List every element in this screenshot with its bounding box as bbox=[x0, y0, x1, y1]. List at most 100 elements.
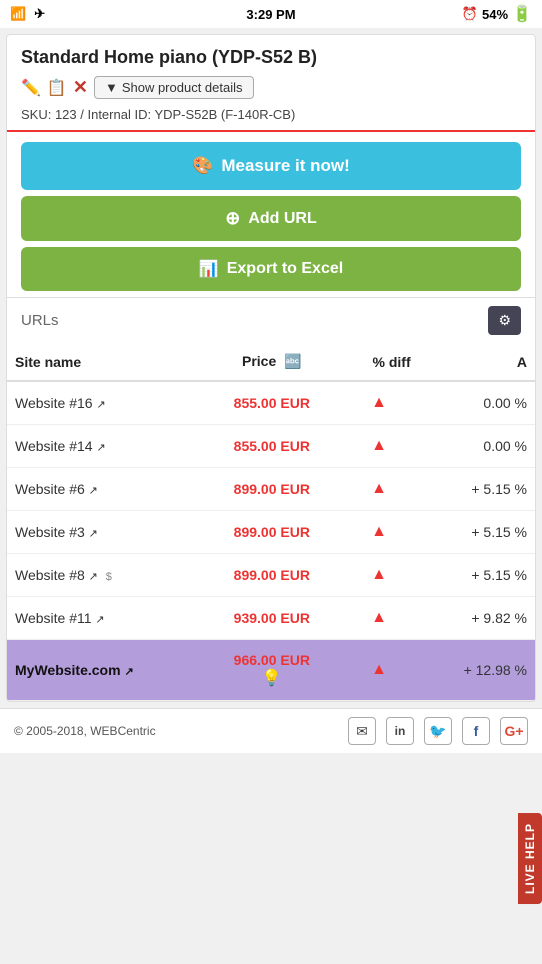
site-name-cell: Website #11 ↗ bbox=[7, 597, 204, 640]
site-name-cell: Website #16 ↗ bbox=[7, 381, 204, 425]
price-cell: 899.00 EUR bbox=[204, 468, 339, 511]
battery-text: 54% bbox=[482, 7, 508, 22]
urls-label: URLs bbox=[21, 312, 59, 329]
diff-cell: + 12.98 % bbox=[419, 640, 535, 701]
footer-icons: ✉ in 🐦 f G+ bbox=[348, 717, 528, 745]
measure-button[interactable]: 🎨 Measure it now! bbox=[21, 142, 521, 190]
product-actions: ✏️ 📋 ✕ ▼ Show product details bbox=[21, 76, 521, 99]
diff-cell: + 5.15 % bbox=[419, 468, 535, 511]
table-row: Website #16 ↗855.00 EUR▲0.00 % bbox=[7, 381, 535, 425]
arrow-up-icon: ▲ bbox=[371, 661, 387, 678]
show-details-button[interactable]: ▼ Show product details bbox=[94, 76, 254, 99]
add-icon: ⊕ bbox=[225, 208, 240, 229]
price-cell: 966.00 EUR💡 bbox=[204, 640, 339, 701]
live-help-button[interactable]: LIVE HELP bbox=[518, 813, 542, 904]
twitter-icon[interactable]: 🐦 bbox=[424, 717, 452, 745]
arrow-up-icon: ▲ bbox=[371, 566, 387, 583]
site-name-text: Website #8 bbox=[15, 567, 85, 583]
settings-button[interactable]: ⚙ bbox=[488, 306, 521, 335]
dollar-icon: $ bbox=[106, 571, 112, 583]
col-price: Price 🔤 bbox=[204, 343, 339, 381]
email-icon[interactable]: ✉ bbox=[348, 717, 376, 745]
arrow-cell: ▲ bbox=[339, 468, 418, 511]
light-icon: 💡 bbox=[212, 668, 331, 688]
status-right: ⏰ 54% 🔋 bbox=[462, 4, 532, 24]
price-value: 966.00 EUR bbox=[212, 652, 331, 668]
arrow-up-icon: ▲ bbox=[371, 437, 387, 454]
copyright: © 2005-2018, WEBCentric bbox=[14, 724, 156, 738]
external-link-icon[interactable]: ↗ bbox=[95, 614, 104, 626]
facebook-icon[interactable]: f bbox=[462, 717, 490, 745]
site-name-cell: Website #8 ↗ $ bbox=[7, 554, 204, 597]
footer: © 2005-2018, WEBCentric ✉ in 🐦 f G+ bbox=[0, 708, 542, 753]
arrow-cell: ▲ bbox=[339, 425, 418, 468]
arrow-cell: ▲ bbox=[339, 597, 418, 640]
site-name-cell: Website #3 ↗ bbox=[7, 511, 204, 554]
diff-cell: + 5.15 % bbox=[419, 554, 535, 597]
external-link-icon[interactable]: ↗ bbox=[89, 571, 98, 583]
table-row: Website #14 ↗855.00 EUR▲0.00 % bbox=[7, 425, 535, 468]
arrow-cell: ▲ bbox=[339, 554, 418, 597]
diff-cell: 0.00 % bbox=[419, 381, 535, 425]
table-header-row: Site name Price 🔤 % diff A bbox=[7, 343, 535, 381]
linkedin-icon[interactable]: in bbox=[386, 717, 414, 745]
arrow-up-icon: ▲ bbox=[371, 480, 387, 497]
copy-icon[interactable]: 📋 bbox=[47, 78, 67, 98]
price-cell: 939.00 EUR bbox=[204, 597, 339, 640]
site-name-cell: MyWebsite.com ↗ bbox=[7, 640, 204, 701]
urls-section-header: URLs ⚙ bbox=[7, 297, 535, 343]
table-row: Website #3 ↗899.00 EUR▲+ 5.15 % bbox=[7, 511, 535, 554]
external-link-icon[interactable]: ↗ bbox=[89, 485, 98, 497]
status-time: 3:29 PM bbox=[246, 7, 295, 22]
alarm-icon: ⏰ bbox=[462, 6, 478, 22]
export-button[interactable]: 📊 Export to Excel bbox=[21, 247, 521, 291]
site-name-text: Website #14 bbox=[15, 438, 93, 454]
product-header: Standard Home piano (YDP-S52 B) ✏️ 📋 ✕ ▼… bbox=[7, 35, 535, 132]
arrow-cell: ▲ bbox=[339, 640, 418, 701]
site-name-cell: Website #14 ↗ bbox=[7, 425, 204, 468]
status-bar: 📶 ✈ 3:29 PM ⏰ 54% 🔋 bbox=[0, 0, 542, 28]
diff-cell: + 9.82 % bbox=[419, 597, 535, 640]
sku-line: SKU: 123 / Internal ID: YDP-S52B (F-140R… bbox=[21, 107, 521, 122]
status-left: 📶 ✈ bbox=[10, 6, 45, 22]
external-link-icon[interactable]: ↗ bbox=[96, 399, 105, 411]
add-url-label: Add URL bbox=[248, 210, 316, 228]
col-diff: % diff bbox=[339, 343, 418, 381]
table-row: Website #8 ↗ $899.00 EUR ▲ + 5.15 % bbox=[7, 554, 535, 597]
arrow-up-icon: ▲ bbox=[371, 523, 387, 540]
price-cell: 899.00 EUR bbox=[204, 554, 339, 597]
main-content: Standard Home piano (YDP-S52 B) ✏️ 📋 ✕ ▼… bbox=[6, 34, 536, 702]
site-name-cell: Website #6 ↗ bbox=[7, 468, 204, 511]
export-icon: 📊 bbox=[199, 259, 219, 279]
sort-icon[interactable]: 🔤 bbox=[284, 353, 301, 369]
gplus-icon[interactable]: G+ bbox=[500, 717, 528, 745]
arrow-up-icon: ▲ bbox=[371, 609, 387, 626]
dropdown-arrow-icon: ▼ bbox=[105, 80, 118, 95]
measure-label: Measure it now! bbox=[221, 156, 349, 176]
table-row: MyWebsite.com ↗966.00 EUR💡▲+ 12.98 % bbox=[7, 640, 535, 701]
delete-icon[interactable]: ✕ bbox=[73, 77, 88, 98]
external-link-icon[interactable]: ↗ bbox=[124, 666, 133, 678]
add-url-button[interactable]: ⊕ Add URL bbox=[21, 196, 521, 241]
site-name-text: Website #6 bbox=[15, 481, 85, 497]
site-name-text: Website #16 bbox=[15, 395, 93, 411]
table-row: Website #11 ↗939.00 EUR ▲ + 9.82 % bbox=[7, 597, 535, 640]
price-table: Site name Price 🔤 % diff A Website #16 ↗… bbox=[7, 343, 535, 701]
price-cell: 899.00 EUR bbox=[204, 511, 339, 554]
gear-icon: ⚙ bbox=[498, 312, 511, 328]
edit-icon[interactable]: ✏️ bbox=[21, 78, 41, 98]
arrow-cell: ▲ bbox=[339, 381, 418, 425]
product-title: Standard Home piano (YDP-S52 B) bbox=[21, 47, 521, 68]
show-details-label: Show product details bbox=[122, 80, 243, 95]
airplane-icon: ✈ bbox=[34, 6, 45, 22]
price-cell: 855.00 EUR bbox=[204, 381, 339, 425]
table-row: Website #6 ↗899.00 EUR▲+ 5.15 % bbox=[7, 468, 535, 511]
clock: 3:29 PM bbox=[246, 7, 295, 22]
site-name-text: MyWebsite.com bbox=[15, 662, 121, 678]
diff-cell: 0.00 % bbox=[419, 425, 535, 468]
site-name-text: Website #3 bbox=[15, 524, 85, 540]
col-site-name: Site name bbox=[7, 343, 204, 381]
external-link-icon[interactable]: ↗ bbox=[89, 528, 98, 540]
external-link-icon[interactable]: ↗ bbox=[96, 442, 105, 454]
wifi-icon: 📶 bbox=[10, 6, 26, 22]
